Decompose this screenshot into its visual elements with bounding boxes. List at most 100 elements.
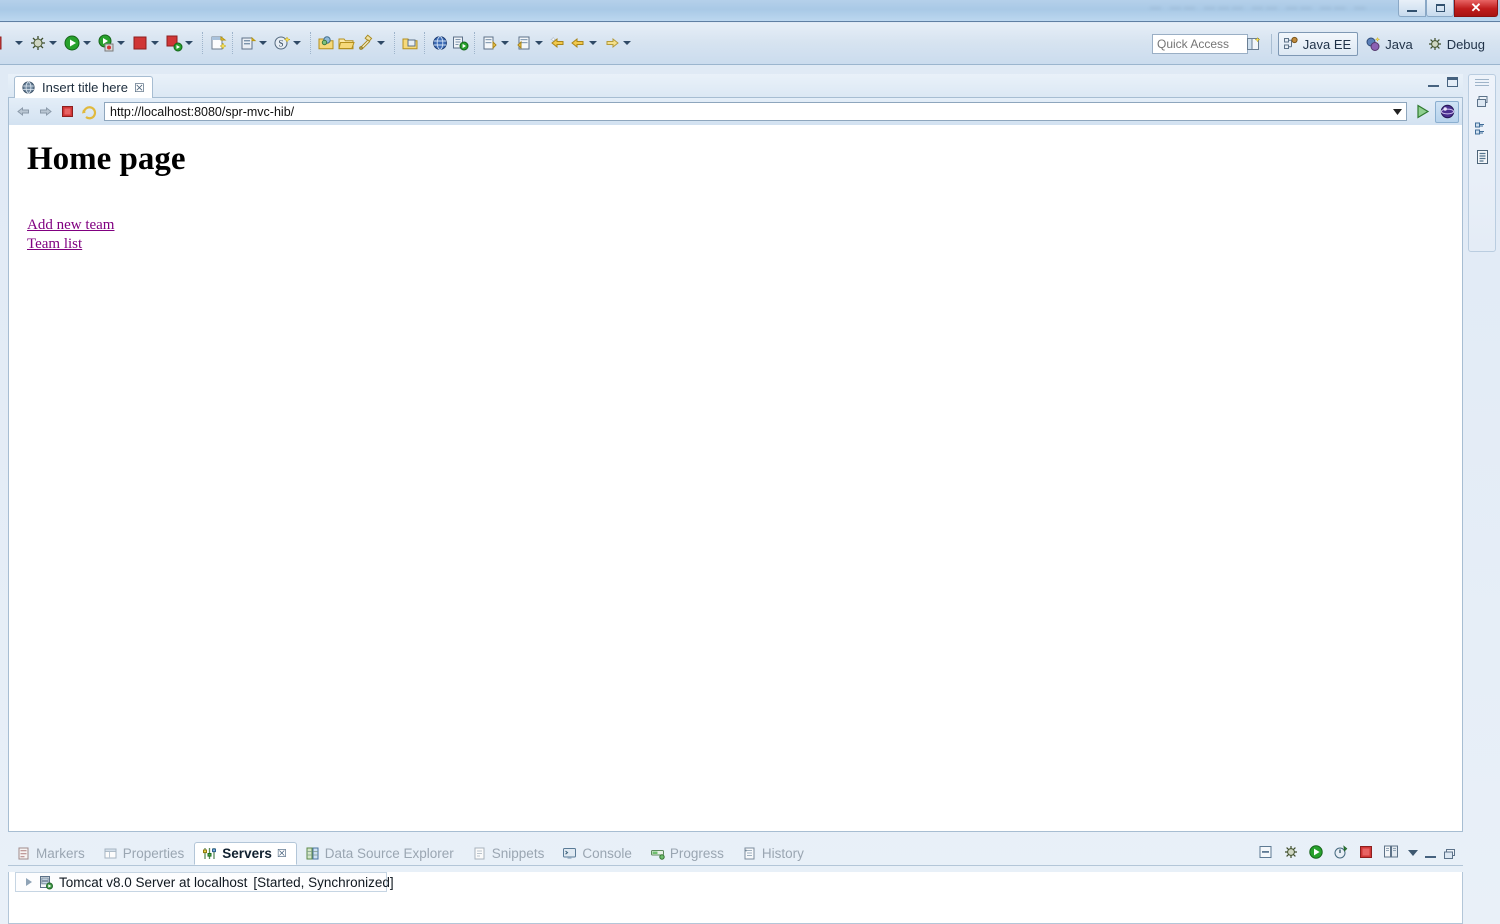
toolbar-button-new-servlet[interactable]	[238, 28, 272, 58]
java-ee-perspective-icon	[1283, 36, 1299, 52]
toolbar-button-open-web-browser[interactable]	[430, 28, 450, 58]
bottom-minimize-button[interactable]	[1425, 848, 1436, 858]
tab-servers-label: Servers	[222, 846, 272, 861]
browser-forward-button[interactable]	[34, 101, 56, 123]
editor-minimize-button[interactable]	[1428, 77, 1439, 87]
chevron-down-icon[interactable]	[83, 41, 91, 45]
properties-icon	[103, 846, 118, 861]
perspective-java-ee[interactable]: Java EE	[1277, 32, 1359, 56]
open-web-browser-icon	[431, 34, 449, 52]
tab-snippets-label: Snippets	[491, 846, 545, 861]
page-body: Home page Add new team Team list	[9, 125, 1462, 254]
restore-icon[interactable]	[1471, 90, 1493, 112]
toolbar-button-prev-annotation[interactable]	[514, 28, 548, 58]
browser-back-button[interactable]	[12, 101, 34, 123]
profile-server-icon[interactable]	[1333, 844, 1351, 862]
window-close-button[interactable]: ✕	[1454, 0, 1498, 17]
toolbar-button-open-folder[interactable]	[336, 28, 356, 58]
tab-history[interactable]: History	[734, 842, 814, 865]
expand-twisty-icon[interactable]	[26, 878, 32, 886]
debug-perspective-icon	[1427, 36, 1443, 52]
chevron-down-icon[interactable]	[535, 41, 543, 45]
tab-progress[interactable]: Progress	[642, 842, 734, 865]
perspective-debug[interactable]: Debug	[1422, 32, 1492, 56]
toolbar-button-run[interactable]	[62, 28, 96, 58]
run-as-server-icon	[97, 34, 115, 52]
view-menu-icon[interactable]	[1408, 850, 1418, 856]
servers-view: Tomcat v8.0 Server at localhost [Started…	[8, 872, 1463, 924]
fast-view-grip[interactable]	[1475, 79, 1489, 86]
chevron-down-icon[interactable]	[151, 41, 159, 45]
open-perspective-button[interactable]	[1242, 32, 1266, 56]
toolbar-separator	[474, 32, 476, 54]
window-restore-button[interactable]	[1426, 0, 1454, 17]
browser-refresh-button[interactable]	[78, 101, 100, 123]
stop-icon	[131, 34, 149, 52]
perspective-java[interactable]: Java	[1360, 32, 1419, 56]
toolbar-button-new-jsp[interactable]	[208, 28, 228, 58]
toolbar-button-run-as-server[interactable]	[96, 28, 130, 58]
chevron-down-icon[interactable]	[501, 41, 509, 45]
browser-url-bar[interactable]: http://localhost:8080/spr-mvc-hib/	[104, 102, 1407, 121]
chevron-down-icon[interactable]	[117, 41, 125, 45]
toolbar-button-stop[interactable]	[130, 28, 164, 58]
publish-server-icon[interactable]	[1383, 844, 1401, 862]
toolbar-button-debug[interactable]	[28, 28, 62, 58]
toolbar-button-search[interactable]	[356, 28, 390, 58]
close-icon[interactable]: ☒	[134, 81, 145, 95]
toolbar-button-next-annotation[interactable]	[480, 28, 514, 58]
toolbar-button-external-tools[interactable]	[164, 28, 198, 58]
tab-servers[interactable]: Servers ☒	[194, 842, 297, 865]
toolbar-separator	[310, 32, 312, 54]
chevron-down-icon[interactable]	[623, 41, 631, 45]
bottom-view-stack: Markers Properties Servers ☒ Data Source…	[8, 840, 1463, 924]
link-team-list[interactable]: Team list	[27, 235, 1462, 254]
quick-access-input[interactable]	[1152, 34, 1248, 54]
bottom-maximize-button[interactable]	[1443, 847, 1457, 859]
tab-properties[interactable]: Properties	[95, 842, 195, 865]
chevron-down-icon[interactable]	[259, 41, 267, 45]
browser-stop-button[interactable]	[56, 101, 78, 123]
toolbar-button-run-validation[interactable]	[450, 28, 470, 58]
toolbar-button-save[interactable]	[0, 28, 28, 58]
chevron-down-icon[interactable]	[1390, 103, 1404, 120]
tab-data-source-explorer[interactable]: Data Source Explorer	[297, 842, 464, 865]
chevron-down-icon[interactable]	[293, 41, 301, 45]
perspective-separator	[1270, 34, 1273, 54]
link-add-new-team[interactable]: Add new team	[27, 216, 1462, 235]
chevron-down-icon[interactable]	[377, 41, 385, 45]
stop-server-icon[interactable]	[1358, 844, 1376, 862]
toolbar-separator	[232, 32, 234, 54]
start-server-icon[interactable]	[1308, 844, 1326, 862]
window-minimize-button[interactable]	[1398, 0, 1426, 17]
editor-tab-insert-title-here[interactable]: Insert title here ☒	[14, 76, 153, 98]
tab-console[interactable]: Console	[554, 842, 642, 865]
tab-properties-label: Properties	[122, 846, 185, 861]
outline-view-icon[interactable]	[1471, 118, 1493, 140]
chevron-down-icon[interactable]	[185, 41, 193, 45]
server-list-item[interactable]: Tomcat v8.0 Server at localhost [Started…	[15, 872, 394, 892]
debug-server-icon[interactable]	[1283, 844, 1301, 862]
toolbar-button-open-package[interactable]	[316, 28, 336, 58]
task-list-icon[interactable]	[1471, 146, 1493, 168]
tab-markers[interactable]: Markers	[8, 842, 95, 865]
perspective-java-label: Java	[1385, 36, 1413, 52]
toolbar-button-back[interactable]	[568, 28, 602, 58]
toolbar-button-last-edit-location[interactable]	[548, 28, 568, 58]
annotation-next-icon	[481, 34, 499, 52]
chevron-down-icon[interactable]	[49, 41, 57, 45]
collapse-all-icon[interactable]	[1258, 844, 1276, 862]
open-external-browser-button[interactable]	[1435, 100, 1459, 123]
chevron-down-icon[interactable]	[15, 41, 23, 45]
data-source-explorer-icon	[305, 846, 320, 861]
toolbar-button-open-resource[interactable]	[400, 28, 420, 58]
close-icon[interactable]: ☒	[277, 847, 287, 860]
editor-maximize-button[interactable]	[1447, 77, 1458, 87]
toolbar-button-new-spring-bean[interactable]: S	[272, 28, 306, 58]
server-status: [Started, Synchronized]	[253, 874, 394, 890]
chevron-down-icon[interactable]	[589, 41, 597, 45]
browser-go-button[interactable]	[1409, 101, 1435, 123]
toolbar-button-forward[interactable]	[602, 28, 636, 58]
save-icon	[0, 34, 13, 52]
tab-snippets[interactable]: Snippets	[464, 842, 555, 865]
